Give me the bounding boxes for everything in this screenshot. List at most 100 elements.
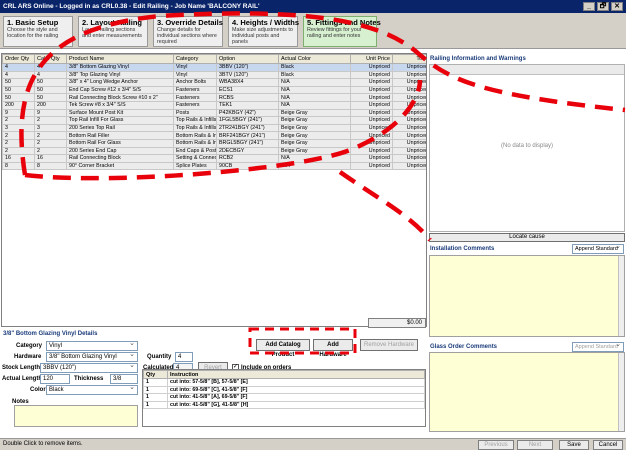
close-button[interactable]: ✕: [611, 2, 623, 11]
scrollbar[interactable]: [618, 353, 624, 431]
cut-row[interactable]: 1 cut into: 69-5/8" [C], 41-5/8" [F]: [143, 385, 425, 394]
glass-comments-textarea[interactable]: [429, 352, 625, 432]
cancel-button[interactable]: Cancel: [593, 440, 623, 450]
notes-textarea[interactable]: [14, 405, 138, 427]
cut-row[interactable]: 1 cut into: 41-5/8" [G], 41-5/8" [H]: [143, 400, 425, 409]
remove-hardware-button[interactable]: Remove Hardware: [360, 339, 418, 351]
table-cell: Unpriced: [392, 116, 426, 125]
table-cell: 4: [2, 63, 35, 72]
table-cell: Tek Screw #8 x 3/4" S/S: [66, 100, 174, 110]
step-title: 2. Layout Railing: [82, 18, 143, 27]
table-cell: Rail Connecting Block: [66, 154, 174, 163]
cut-row[interactable]: 1 cut into: 41-5/8" [A], 69-5/8" [F]: [143, 393, 425, 402]
grid-column-header[interactable]: Actual Color: [278, 54, 351, 64]
table-cell: 2TR241BGY (241"): [216, 123, 279, 133]
table-row[interactable]: 9 9 Surface Mount Post Kit Posts P42KBGY (42…: [2, 108, 426, 118]
previous-button[interactable]: Previous: [478, 440, 514, 450]
actual-length-input[interactable]: 120: [40, 374, 70, 384]
table-row[interactable]: 2 2 200 Series End Cap End Caps & Posts 2DEC…: [2, 146, 426, 156]
stock-length-select[interactable]: 3BBV (120"): [40, 363, 138, 373]
table-row[interactable]: 4 4 3/8" Top Glazing Vinyl Vinyl 3BTV (120")…: [2, 70, 426, 80]
thickness-input[interactable]: 3/8: [110, 374, 138, 384]
table-cell: 50: [34, 85, 67, 95]
step-heights-widths[interactable]: 4. Heights / Widths Make size adjustment…: [228, 16, 300, 47]
hardware-select[interactable]: 3/8" Bottom Glazing Vinyl: [46, 352, 138, 362]
table-row[interactable]: 50 50 End Cap Screw #12 x 3/4" S/S Fastener…: [2, 85, 426, 95]
table-cell: End Caps & Posts: [173, 146, 217, 156]
grid-column-header[interactable]: Category: [173, 54, 217, 64]
table-cell: Fasteners: [173, 85, 217, 95]
grid-column-header[interactable]: Calc. Qty: [34, 54, 67, 64]
step-fittings-notes[interactable]: 5. Fittings and Notes Review fittings fo…: [303, 16, 381, 47]
cut-cell: cut into: 69-5/8" [C], 41-5/8" [F]: [167, 385, 425, 394]
restore-button[interactable]: 🗗: [597, 2, 609, 11]
table-row[interactable]: 3 3 200 Series Top Rail Top Rails & Infills…: [2, 123, 426, 133]
locate-cause-button[interactable]: Locate cause: [429, 233, 625, 242]
table-cell: Top Rail Infill For Glass: [66, 116, 174, 125]
installation-comments-title: Installation Comments: [430, 246, 495, 252]
table-cell: 200: [2, 100, 35, 110]
add-catalog-product-button[interactable]: Add Catalog Product: [256, 339, 310, 358]
table-cell: 4: [34, 70, 67, 80]
step-override-details[interactable]: 3. Override Details Change details for i…: [153, 16, 223, 47]
table-cell: 2: [2, 116, 35, 125]
add-hardware-button[interactable]: Add Hardware: [313, 339, 353, 358]
table-row[interactable]: 8 8 90° Corner Bracket Splice Plates 90CB N/A…: [2, 161, 426, 171]
step-basic-setup[interactable]: 1. Basic Setup Choose the style and loca…: [3, 16, 73, 47]
installation-comments-textarea[interactable]: [429, 255, 625, 337]
hardware-grid[interactable]: Order Qty Calc. Qty Product Name Category Op…: [1, 53, 427, 327]
table-cell: Beige Gray: [278, 138, 351, 148]
table-cell: Unpriced: [392, 78, 426, 87]
table-cell: Unpriced: [350, 138, 393, 148]
table-row[interactable]: 22Bottom Rail FillerBottom Rails & Infil…: [2, 131, 426, 140]
grid-column-header[interactable]: Unit Price: [350, 54, 393, 64]
table-cell: Unpriced: [350, 100, 393, 110]
table-row[interactable]: 2 2 Top Rail Infill For Glass Top Rails & I…: [2, 116, 426, 125]
table-row[interactable]: 50 50 3/8" x 4" Long Wedge Anchor Anchor Bo…: [2, 78, 426, 87]
quantity-input[interactable]: 4: [175, 352, 193, 362]
table-cell: 1FGL5BGY (241"): [216, 116, 279, 125]
table-cell: Unpriced: [392, 70, 426, 80]
table-cell: 8: [34, 161, 67, 171]
glass-append-select[interactable]: Append Standard: [572, 342, 624, 352]
table-cell: 3: [2, 123, 35, 133]
save-button[interactable]: Save: [559, 440, 589, 450]
table-cell: 50: [2, 93, 35, 102]
color-label: Color: [30, 387, 46, 393]
next-button[interactable]: Next: [517, 440, 553, 450]
table-cell: Fasteners: [173, 93, 217, 102]
table-cell: 9: [2, 108, 35, 118]
step-layout-railing[interactable]: 2. Layout Railing Layout railing section…: [78, 16, 148, 47]
grid-column-header[interactable]: Order Qty: [2, 54, 35, 64]
minimize-button[interactable]: _: [583, 2, 595, 11]
table-row[interactable]: 16 16 Rail Connecting Block Setting & Conne…: [2, 154, 426, 163]
grid-column-header[interactable]: Product Name: [66, 54, 174, 64]
table-cell: ECS1: [216, 85, 279, 95]
table-row[interactable]: 22Bottom Rail For GlassBottom Rails & In…: [2, 138, 426, 148]
installation-append-select[interactable]: Append Standard: [572, 244, 624, 254]
table-cell: TEK1: [216, 100, 279, 110]
table-cell: Unpriced: [392, 93, 426, 102]
grid-column-header[interactable]: Total: [392, 54, 426, 64]
info-grid[interactable]: (No data to display): [429, 64, 625, 232]
table-cell: Vinyl: [173, 63, 217, 72]
table-cell: 4: [2, 70, 35, 80]
cut-cell: cut into: 41-5/8" [G], 41-5/8" [H]: [167, 400, 425, 409]
table-row[interactable]: 4 4 3/8" Bottom Glazing Vinyl Vinyl 3BBV (12…: [2, 63, 426, 72]
scrollbar[interactable]: [618, 256, 624, 336]
table-cell: Surface Mount Post Kit: [66, 108, 174, 118]
category-select[interactable]: Vinyl: [46, 341, 138, 351]
table-cell: 8: [2, 161, 35, 171]
grid-column-header[interactable]: Option: [216, 54, 279, 64]
step-title: 4. Heights / Widths: [232, 18, 300, 27]
table-row[interactable]: 200 200 Tek Screw #8 x 3/4" S/S Fasteners TE…: [2, 100, 426, 110]
table-cell: N/A: [278, 100, 351, 110]
color-select[interactable]: Black: [46, 385, 138, 395]
cut-row[interactable]: 1 cut into: 57-5/8" [B], 57-5/8" [E]: [143, 378, 425, 387]
cut-cell: cut into: 57-5/8" [B], 57-5/8" [E]: [167, 378, 425, 387]
table-row[interactable]: 50 50 Rail Connecting Block Screw #10 x 2"…: [2, 93, 426, 102]
grid-header: Order Qty Calc. Qty Product Name Category Op…: [2, 54, 426, 64]
table-cell: Unpriced: [350, 108, 393, 118]
table-cell: Unpriced: [392, 154, 426, 163]
table-cell: Beige Gray: [278, 131, 351, 140]
